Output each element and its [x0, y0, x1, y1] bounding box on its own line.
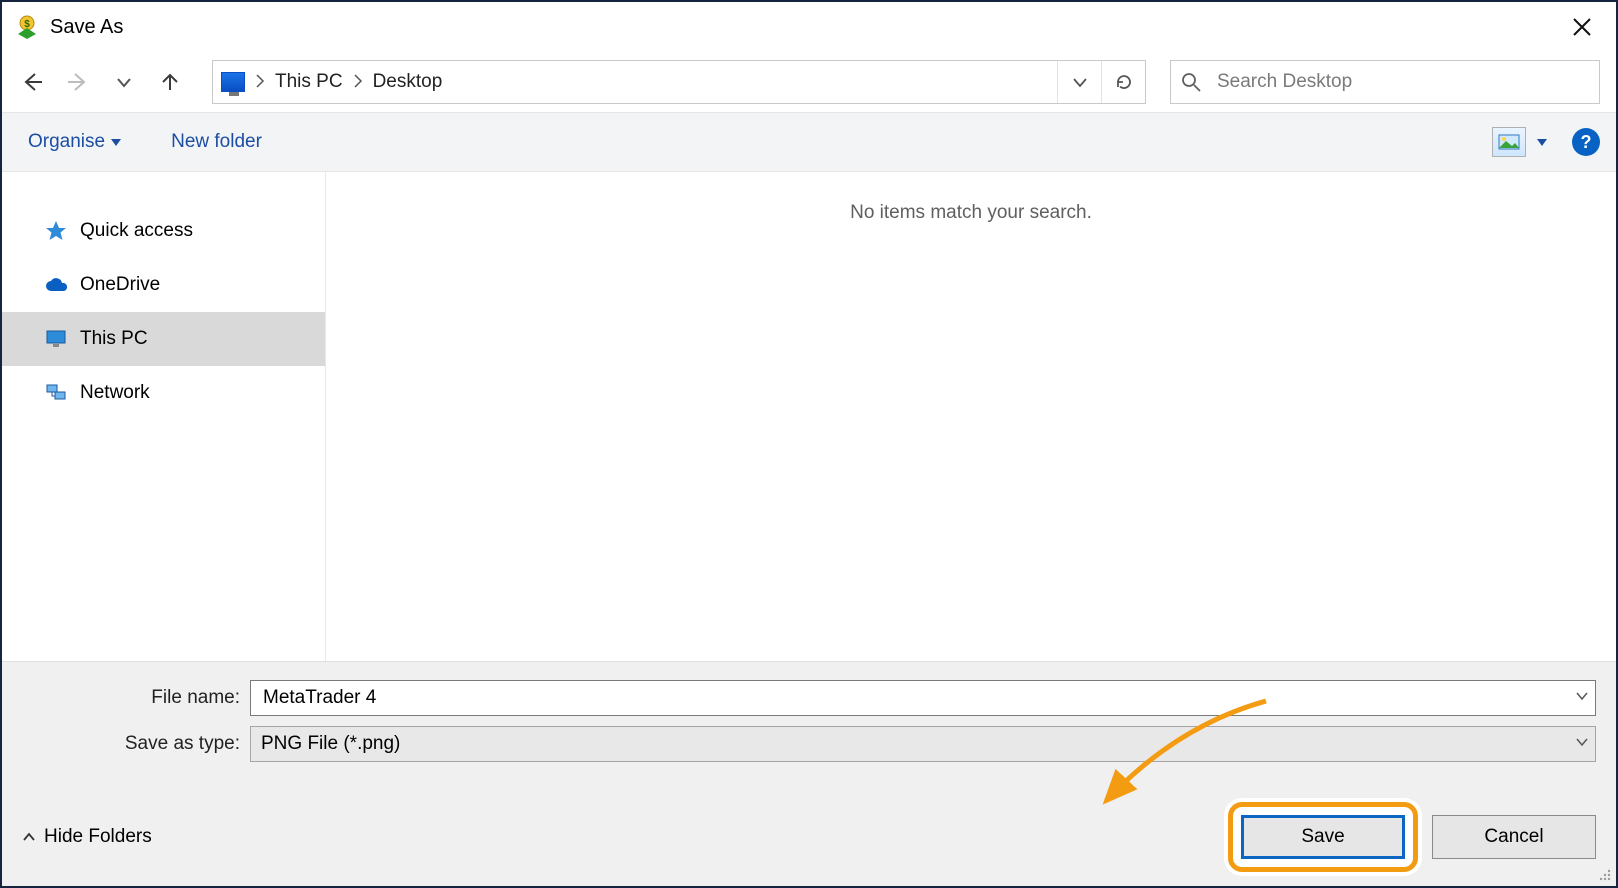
save-button-label: Save — [1301, 826, 1344, 848]
back-button[interactable] — [14, 64, 50, 100]
title-bar: $ Save As — [2, 2, 1616, 52]
navigation-pane: Quick access OneDrive This PC Network — [2, 172, 326, 661]
sidebar-item-onedrive[interactable]: OneDrive — [2, 258, 325, 312]
sidebar-item-quick-access[interactable]: Quick access — [2, 204, 325, 258]
breadcrumb-this-pc[interactable]: This PC — [275, 71, 343, 93]
search-icon — [1181, 72, 1201, 92]
network-icon — [44, 381, 68, 405]
app-icon: $ — [14, 14, 40, 40]
breadcrumb-desktop[interactable]: Desktop — [373, 71, 443, 93]
sidebar-item-network[interactable]: Network — [2, 366, 325, 420]
hide-folders-label: Hide Folders — [44, 826, 152, 848]
sidebar-item-label: OneDrive — [80, 274, 160, 296]
cancel-button-label: Cancel — [1484, 826, 1543, 848]
save-button[interactable]: Save — [1241, 815, 1405, 859]
save-type-combobox[interactable]: PNG File (*.png) — [250, 726, 1596, 762]
sidebar-item-label: This PC — [80, 328, 148, 350]
nav-row: This PC Desktop — [2, 52, 1616, 112]
star-icon — [44, 219, 68, 243]
filename-label: File name: — [22, 687, 250, 709]
chevron-up-icon — [22, 830, 36, 844]
sidebar-item-label: Network — [80, 382, 150, 404]
this-pc-icon — [221, 72, 245, 92]
dialog-body: Quick access OneDrive This PC Network — [2, 172, 1616, 661]
new-folder-label: New folder — [171, 131, 262, 153]
hide-folders-button[interactable]: Hide Folders — [22, 826, 152, 848]
up-button[interactable] — [152, 64, 188, 100]
chevron-right-icon — [353, 72, 363, 93]
refresh-button[interactable] — [1101, 61, 1145, 103]
chevron-down-icon[interactable] — [1575, 687, 1589, 709]
forward-button[interactable] — [60, 64, 96, 100]
monitor-icon — [44, 327, 68, 351]
filename-input[interactable] — [261, 681, 1557, 715]
chevron-down-icon — [1537, 139, 1547, 146]
cancel-button[interactable]: Cancel — [1432, 815, 1596, 859]
empty-message: No items match your search. — [326, 172, 1616, 224]
search-box[interactable] — [1170, 60, 1600, 104]
window-title: Save As — [50, 16, 123, 39]
file-list-pane[interactable]: No items match your search. — [326, 172, 1616, 661]
filename-combobox[interactable] — [250, 680, 1596, 716]
organise-menu[interactable]: Organise — [18, 125, 131, 159]
chevron-down-icon — [111, 139, 121, 146]
view-mode-button[interactable] — [1492, 127, 1526, 157]
address-bar[interactable]: This PC Desktop — [212, 60, 1146, 104]
help-button[interactable]: ? — [1572, 128, 1600, 156]
new-folder-button[interactable]: New folder — [161, 125, 272, 159]
chevron-right-icon — [255, 72, 265, 93]
view-mode-dropdown[interactable] — [1530, 139, 1554, 146]
picture-icon — [1498, 134, 1520, 150]
save-button-highlight: Save — [1228, 802, 1418, 872]
bottom-panel: File name: Save as type: PNG File (*.png… — [2, 661, 1616, 886]
search-input[interactable] — [1215, 70, 1589, 94]
resize-grip[interactable] — [1596, 866, 1612, 882]
command-bar: Organise New folder ? — [2, 112, 1616, 172]
organise-label: Organise — [28, 131, 105, 153]
address-dropdown-button[interactable] — [1057, 61, 1101, 103]
cloud-icon — [44, 273, 68, 297]
recent-locations-button[interactable] — [106, 64, 142, 100]
chevron-down-icon[interactable] — [1575, 733, 1589, 755]
save-type-value: PNG File (*.png) — [261, 733, 400, 755]
close-button[interactable] — [1556, 7, 1608, 47]
address-path[interactable]: This PC Desktop — [213, 71, 1057, 93]
sidebar-item-label: Quick access — [80, 220, 193, 242]
sidebar-item-this-pc[interactable]: This PC — [2, 312, 325, 366]
save-type-label: Save as type: — [22, 733, 250, 755]
save-as-dialog: $ Save As This PC D — [0, 0, 1618, 888]
